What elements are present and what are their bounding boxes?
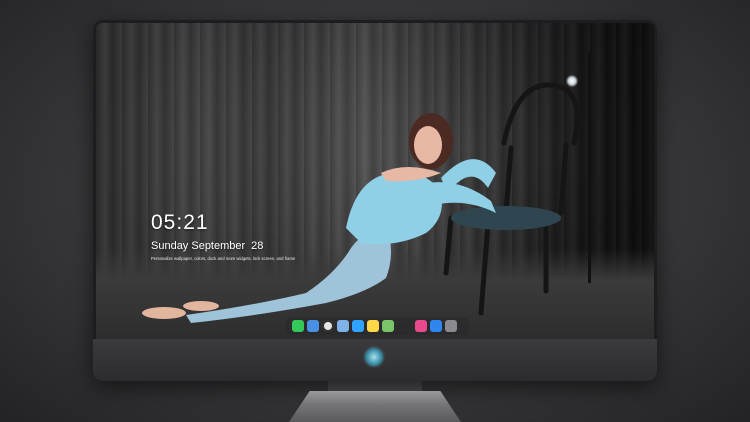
music-icon[interactable] (415, 320, 427, 332)
monitor-stand-neck (328, 381, 422, 391)
messages-icon[interactable] (292, 320, 304, 332)
lock-screen-date: Sunday September 28 (151, 240, 263, 252)
lock-screen-time: 05:21 (151, 211, 209, 234)
monitor-chin (93, 339, 657, 381)
monitor: 05:21 Sunday September 28 Personalize wal… (93, 20, 657, 381)
camera-icon[interactable] (445, 320, 457, 332)
appstore-icon[interactable] (430, 320, 442, 332)
video-icon[interactable] (352, 320, 364, 332)
brand-logo-icon (365, 348, 383, 366)
date-day: Sunday September (151, 240, 246, 252)
weather-icon[interactable] (307, 320, 319, 332)
monitor-stand-foot (289, 391, 461, 422)
face (414, 126, 442, 164)
wallpaper-figure (142, 82, 580, 323)
dock (286, 317, 469, 335)
files-icon[interactable] (337, 320, 349, 332)
notes-icon[interactable] (367, 320, 379, 332)
lock-screen: 05:21 Sunday September 28 Personalize wal… (96, 23, 654, 339)
lock-screen-caption: Personalize wallpaper, colors, dock and … (151, 256, 296, 261)
chair-seat (451, 206, 561, 230)
date-number: 28 (251, 240, 264, 252)
clock-icon[interactable] (322, 320, 334, 332)
photos-icon[interactable] (382, 320, 394, 332)
